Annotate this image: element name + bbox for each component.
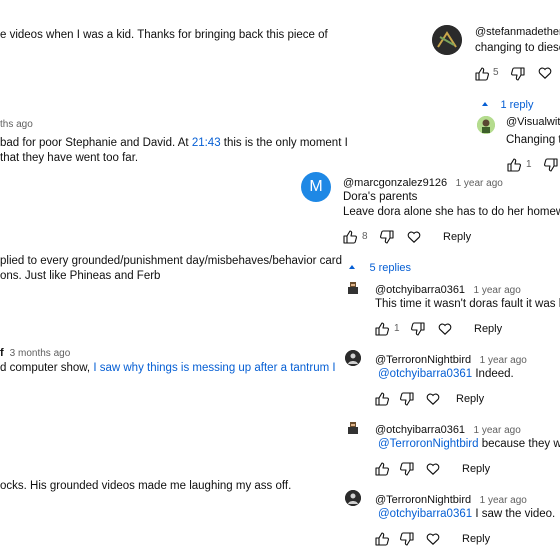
comment-header: @otchyibarra0361 1 year ago bbox=[375, 420, 521, 438]
comment-text: e videos when I was a kid. Thanks for br… bbox=[0, 29, 328, 41]
avatar-image bbox=[345, 350, 361, 366]
comment-link[interactable]: I saw why things is messing up after a t… bbox=[93, 362, 335, 374]
comment-text: ons. Just like Phineas and Ferb bbox=[0, 270, 161, 282]
comment-header: @TerroronNightbird 1 year ago bbox=[375, 350, 527, 368]
comment-text: This time it wasn't doras fault it was h… bbox=[375, 298, 560, 310]
avatar-image bbox=[348, 282, 358, 294]
comment-header: f 3 months ago bbox=[0, 343, 70, 361]
avatar[interactable] bbox=[477, 116, 495, 134]
chevron-up-icon bbox=[482, 101, 488, 106]
dislike-icon[interactable] bbox=[379, 229, 395, 245]
comment-time[interactable]: 1 year ago bbox=[480, 355, 527, 366]
comment-time[interactable]: ths ago bbox=[0, 119, 33, 130]
avatar[interactable]: M bbox=[301, 172, 331, 202]
avatar[interactable] bbox=[345, 280, 361, 296]
dislike-icon[interactable] bbox=[399, 461, 415, 477]
comment-author[interactable]: @otchyibarra0361 bbox=[375, 424, 465, 436]
dislike-icon[interactable] bbox=[410, 321, 426, 337]
like-icon[interactable] bbox=[374, 531, 390, 547]
like-icon[interactable] bbox=[474, 66, 490, 82]
replies-toggle[interactable]: 5 replies bbox=[347, 258, 411, 276]
chevron-up-icon bbox=[349, 264, 355, 269]
timestamp-link[interactable]: 21:43 bbox=[192, 137, 221, 149]
comment-time[interactable]: 1 year ago bbox=[456, 178, 503, 189]
like-icon[interactable] bbox=[506, 157, 522, 173]
comment-header: @otchyibarra0361 1 year ago bbox=[375, 280, 521, 298]
mention-link[interactable]: @TerroronNightbird bbox=[378, 438, 479, 450]
reply-button[interactable]: Reply bbox=[462, 463, 490, 475]
comment-text: @otchyibarra0361 Indeed. bbox=[378, 368, 514, 380]
comment-time[interactable]: 3 months ago bbox=[10, 348, 71, 359]
dislike-icon[interactable] bbox=[399, 391, 415, 407]
like-icon[interactable] bbox=[374, 391, 390, 407]
like-count: 1 bbox=[394, 323, 400, 334]
reply-button[interactable]: Reply bbox=[474, 323, 502, 335]
like-count: 8 bbox=[362, 231, 368, 242]
like-icon[interactable] bbox=[342, 229, 358, 245]
comment-time[interactable]: 1 year ago bbox=[474, 425, 521, 436]
comment-author[interactable]: @marcgonzalez9126 bbox=[343, 177, 447, 189]
comment-text: d computer show, I saw why things is mes… bbox=[0, 362, 336, 374]
reply-button[interactable]: Reply bbox=[462, 533, 490, 545]
comment-text: that they have went too far. bbox=[0, 152, 139, 164]
avatar[interactable] bbox=[345, 490, 361, 506]
comment-author[interactable]: f bbox=[0, 347, 4, 359]
heart-icon[interactable] bbox=[426, 392, 440, 406]
mention-link[interactable]: @otchyibarra0361 bbox=[378, 368, 472, 380]
like-icon[interactable] bbox=[374, 321, 390, 337]
dislike-icon[interactable] bbox=[399, 531, 415, 547]
avatar-image bbox=[345, 490, 361, 506]
comment-time[interactable]: 1 year ago bbox=[474, 285, 521, 296]
dislike-icon[interactable] bbox=[510, 66, 526, 82]
comment-author[interactable]: @Visualwit bbox=[506, 116, 560, 128]
mention-link[interactable]: @otchyibarra0361 bbox=[378, 508, 472, 520]
comment-text: Leave dora alone she has to do her homew… bbox=[343, 206, 560, 218]
comment-author[interactable]: @stefanmadethen bbox=[475, 26, 560, 38]
reply-button[interactable]: Reply bbox=[443, 231, 471, 243]
comment-text: @otchyibarra0361 I saw the video. bbox=[378, 508, 556, 520]
reply-button[interactable]: Reply bbox=[456, 393, 484, 405]
comment-text: bad for poor Stephanie and David. At 21:… bbox=[0, 137, 348, 149]
comment-author[interactable]: @otchyibarra0361 bbox=[375, 284, 465, 296]
heart-icon[interactable] bbox=[538, 66, 552, 80]
comment-header: @TerroronNightbird 1 year ago bbox=[375, 490, 527, 508]
like-count: 1 bbox=[526, 159, 532, 170]
comment-author[interactable]: @TerroronNightbird bbox=[375, 494, 471, 506]
avatar-image bbox=[348, 422, 358, 434]
comment-time[interactable]: 1 year ago bbox=[480, 495, 527, 506]
heart-icon[interactable] bbox=[438, 322, 452, 336]
avatar[interactable] bbox=[345, 350, 361, 366]
comment-text: Dora's parents bbox=[343, 191, 418, 203]
comment-text: @TerroronNightbird because they w bbox=[378, 438, 560, 450]
avatar-image bbox=[477, 116, 495, 134]
avatar[interactable] bbox=[432, 25, 462, 55]
comment-text: Changing to bbox=[506, 134, 560, 146]
comment-text: ocks. His grounded videos made me laughi… bbox=[0, 480, 292, 492]
comment-header: @marcgonzalez9126 1 year ago bbox=[343, 173, 503, 191]
heart-icon[interactable] bbox=[407, 230, 421, 244]
heart-icon[interactable] bbox=[426, 462, 440, 476]
dislike-icon[interactable] bbox=[543, 157, 559, 173]
heart-icon[interactable] bbox=[426, 532, 440, 546]
comment-text: plied to every grounded/punishment day/m… bbox=[0, 255, 343, 267]
comment-author[interactable]: @TerroronNightbird bbox=[375, 354, 471, 366]
replies-toggle[interactable]: 1 reply bbox=[480, 95, 533, 113]
like-icon[interactable] bbox=[374, 461, 390, 477]
avatar-image bbox=[432, 25, 462, 55]
comment-text: changing to diese bbox=[475, 42, 560, 54]
like-count: 5 bbox=[493, 67, 499, 78]
avatar[interactable] bbox=[345, 420, 361, 436]
